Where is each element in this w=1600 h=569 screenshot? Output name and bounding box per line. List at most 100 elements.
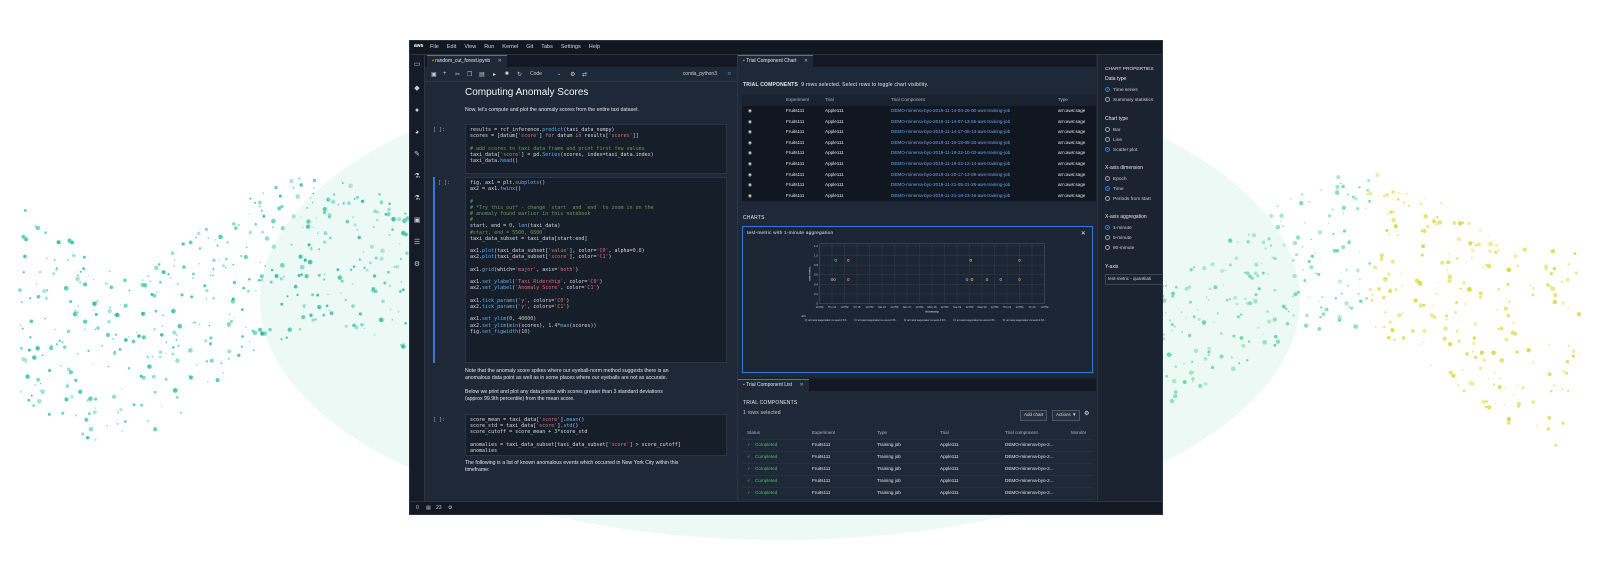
scatter-point[interactable] [846,259,850,262]
legend-marker[interactable] [854,318,857,322]
cell-trial-component-link[interactable]: DEMO-minerva-byo-2019-11-21-18-23-16-aws… [891,191,1056,201]
list-row[interactable]: ✓ Completed Fruits111 Training job Apple111 D… [742,487,1092,500]
legend-marker[interactable] [953,318,956,322]
paste-icon[interactable]: ▤ [479,71,485,78]
menu-view[interactable]: View [464,44,476,50]
legend-entry[interactable]: arn:aws:sagemaker:us-west-2:33... [957,318,997,322]
eye-icon[interactable]: ◉ [748,148,752,158]
tab-notebook[interactable]: ▪ random_cut_forest.ipynb ✕ [427,55,507,68]
running-icon[interactable]: ● [413,107,421,115]
radio-5-minute[interactable]: 5-minute [1105,235,1132,241]
column-header[interactable]: Type [1058,95,1068,105]
table-row[interactable]: ◉ Fruits111 Apple111 DEMO-minerva-byo-2019-… [742,106,1096,117]
list-column-header[interactable]: Type [877,427,887,439]
eye-icon[interactable]: ◉ [748,138,752,148]
flask-icon-2[interactable]: ⚗ [413,195,421,203]
column-header[interactable]: Trial Component [891,95,925,105]
code-cell-1[interactable]: results = rcf_inference.predict(taxi_dat… [465,124,727,174]
scatter-point[interactable] [833,278,836,281]
legend-entry[interactable]: arn:aws:sagemaker:us-west-2:33... [1006,318,1046,322]
close-icon[interactable]: ✕ [498,58,502,64]
extension-icon[interactable]: ⚙ [413,261,421,269]
legend-entry[interactable]: arn:aws:sagemaker:us-west-2:33... [907,318,947,322]
git-icon[interactable]: ◆ [413,85,421,93]
add-cell-icon[interactable]: + [443,71,447,77]
eye-icon[interactable]: ◉ [748,106,752,116]
close-icon[interactable]: ✕ [804,58,808,64]
folder-icon[interactable]: ▭ [413,61,421,69]
scatter-point[interactable] [834,259,838,262]
add-chart-button[interactable]: Add chart [1020,410,1048,421]
menu-help[interactable]: Help [589,44,600,50]
flask-icon[interactable]: ⚗ [413,173,421,181]
menu-file[interactable]: File [430,44,439,50]
kernel-name[interactable]: conda_python3 [683,71,717,77]
cell-trial-component-link[interactable]: DEMO-minerva-byo-2019-11-14-04-26-00-aws… [891,106,1056,116]
list-column-header[interactable]: Monitor [1071,427,1086,439]
menu-git[interactable]: Git [526,44,533,50]
scatter-point[interactable] [969,259,973,262]
table-row[interactable]: ◉ Fruits111 Apple111 DEMO-minerva-byo-2019-… [742,170,1096,181]
y-axis-select[interactable]: test-metric - quantitati [1105,274,1162,285]
settings-icon[interactable]: ⚙ [570,71,575,78]
stop-icon[interactable]: ■ [505,71,509,77]
wrench-icon[interactable]: ✎ [413,151,421,159]
tab-trial-component-list[interactable]: ▪ Trial Component List ✕ [738,379,809,392]
table-row[interactable]: ◉ Fruits111 Apple111 DEMO-minerva-byo-2019-… [742,127,1096,138]
code-cell-2[interactable]: fig, ax1 = plt.subplots() ax2 = ax1.twin… [465,177,727,363]
eye-icon[interactable]: ◉ [748,117,752,127]
menu-settings[interactable]: Settings [561,44,581,50]
list-column-header[interactable]: Status [747,427,760,439]
list-column-header[interactable]: Experiment [812,427,835,439]
palette-icon[interactable]: ◕ [413,129,421,137]
tab-trial-component-chart[interactable]: ▪ Trial Component Chart ✕ [738,55,814,68]
column-header[interactable]: Experiment [786,95,809,105]
cell-trial-component-link[interactable]: DEMO-minerva-byo-2019-11-14-07-13-55-aws… [891,117,1056,127]
cell-trial-component-link[interactable]: DEMO-minerva-byo-2019-11-14-17-08-13-aws… [891,127,1056,137]
radio-line[interactable]: Line [1105,137,1122,143]
table-row[interactable]: ◉ Fruits111 Apple111 DEMO-minerva-byo-2019-… [742,138,1096,149]
scatter-point[interactable] [965,278,969,281]
list-column-header[interactable]: Trial [940,427,949,439]
menu-edit[interactable]: Edit [447,44,456,50]
cell-trial-component-link[interactable]: DEMO-minerva-byo-2019-11-19-18-05-33-aws… [891,138,1056,148]
table-row[interactable]: ◉ Fruits111 Apple111 DEMO-minerva-byo-2019-… [742,159,1096,170]
column-header[interactable]: Trial [825,95,834,105]
cut-icon[interactable]: ✂ [455,71,460,78]
eye-icon[interactable]: ◉ [748,170,752,180]
menu-kernel[interactable]: Kernel [502,44,518,50]
table-row[interactable]: ◉ Fruits111 Apple111 DEMO-minerva-byo-2019-… [742,180,1096,191]
radio-summary-statistics[interactable]: Summary statistics [1105,97,1153,103]
chevron-down-icon[interactable]: ⌄ [557,71,561,77]
copy-icon[interactable]: ❐ [467,71,472,78]
scatter-point[interactable] [970,278,974,281]
legend-marker[interactable] [903,318,907,322]
legend-entry[interactable]: arn:aws:sagemaker:us-west-2:33... [808,318,848,322]
legend-entry[interactable]: arn:aws:sagemaker:us-west-2:33... [858,318,898,322]
legend-marker[interactable] [804,318,808,322]
code-cell-3[interactable]: score_mean = taxi_data['score'].mean() s… [465,414,727,456]
save-icon[interactable]: ▣ [431,71,437,78]
radio-bar[interactable]: Bar [1105,127,1120,133]
git-diff-icon[interactable]: ⇄ [582,71,587,78]
scatter-point[interactable] [999,278,1003,281]
settings-icon[interactable]: ⚙ [1084,410,1090,417]
radio-time-series[interactable]: Time series [1105,87,1138,93]
chart-card[interactable]: test-metric with 1-minute aggregation ✕ … [742,226,1093,373]
close-icon[interactable]: ✕ [799,382,803,388]
scatter-point[interactable] [846,278,850,281]
radio-scatter-plot[interactable]: Scatter plot [1105,147,1137,153]
cell-trial-component-link[interactable]: DEMO-minerva-byo-2019-11-20-17-13-59-aws… [891,170,1056,180]
cell-trial-component-link[interactable]: DEMO-minerva-byo-2019-11-19-22-12-14-aws… [891,159,1056,169]
menu-tabs[interactable]: Tabs [541,44,553,50]
radio-epoch[interactable]: Epoch [1105,176,1127,182]
table-row[interactable]: ◉ Fruits111 Apple111 DEMO-minerva-byo-2019-… [742,117,1096,128]
eye-icon[interactable]: ◉ [748,159,752,169]
table-row[interactable]: ◉ Fruits111 Apple111 DEMO-minerva-byo-2019-… [742,148,1096,159]
eye-icon[interactable]: ◉ [748,180,752,190]
close-icon[interactable]: ✕ [1081,230,1086,237]
legend-marker[interactable] [1002,318,1006,322]
cell-trial-component-link[interactable]: DEMO-minerva-byo-2019-11-19-22-10-02-aws… [891,148,1056,158]
list-column-header[interactable]: Trial component [1005,427,1038,439]
list-icon[interactable]: ☰ [413,239,421,247]
